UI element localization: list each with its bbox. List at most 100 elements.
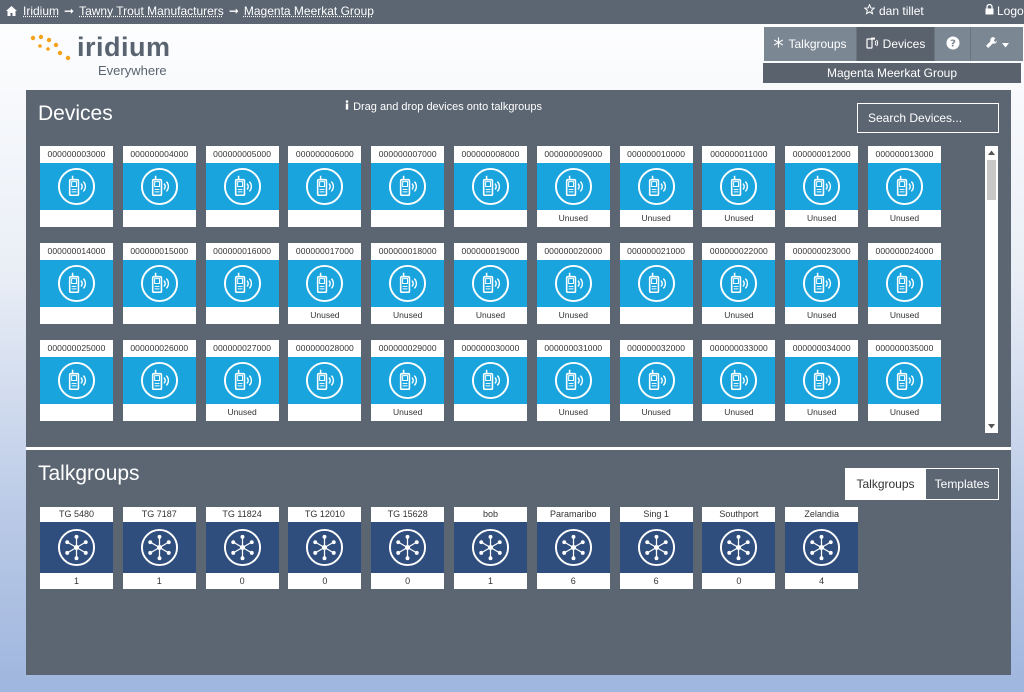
- talkgroup-network-icon: [802, 528, 841, 567]
- device-id: 000000003000: [40, 146, 113, 163]
- device-tile[interactable]: 000000032000 Unused: [619, 340, 693, 421]
- caret-down-icon: [1002, 37, 1009, 51]
- device-id: 000000025000: [40, 340, 113, 357]
- talkgroup-name: Sing 1: [619, 507, 693, 522]
- talkgroup-tile[interactable]: Sing 1 6: [619, 507, 693, 589]
- breadcrumb-item-root[interactable]: Iridium: [23, 4, 59, 18]
- wrench-icon: [985, 36, 998, 52]
- device-status: [288, 404, 362, 421]
- tools-menu-button[interactable]: [971, 27, 1023, 61]
- talkgroup-tile[interactable]: TG 5480 1: [40, 507, 113, 589]
- device-status: [619, 307, 693, 324]
- talkgroup-tile[interactable]: TG 15628 0: [371, 507, 445, 589]
- talkgroup-name: TG 12010: [288, 507, 362, 522]
- device-tile[interactable]: 000000017000 Unused: [288, 243, 362, 324]
- device-tile[interactable]: 000000009000 Unused: [536, 146, 610, 227]
- device-tile[interactable]: 000000003000: [40, 146, 113, 227]
- top-bar: Iridium ➞ Tawny Trout Manufacturers ➞ Ma…: [0, 0, 1024, 24]
- device-tile[interactable]: 000000010000 Unused: [619, 146, 693, 227]
- device-tile[interactable]: 000000034000 Unused: [785, 340, 859, 421]
- device-id: 000000023000: [785, 243, 859, 260]
- device-tile[interactable]: 000000026000: [122, 340, 196, 421]
- user-menu[interactable]: dan tillet: [863, 3, 924, 18]
- device-tile[interactable]: 000000030000: [454, 340, 527, 421]
- device-status: [205, 307, 279, 324]
- logo-wordmark: iridium: [77, 32, 171, 62]
- device-tile[interactable]: 000000020000 Unused: [536, 243, 610, 324]
- device-tile[interactable]: 000000029000 Unused: [371, 340, 445, 421]
- scrollbar-thumb[interactable]: [987, 160, 996, 200]
- device-tile[interactable]: 000000027000 Unused: [205, 340, 279, 421]
- talkgroup-name: Southport: [702, 507, 776, 522]
- talkgroup-tile[interactable]: bob 1: [454, 507, 527, 589]
- talkgroup-name: Paramaribo: [536, 507, 610, 522]
- device-id: 000000029000: [371, 340, 445, 357]
- device-tile[interactable]: 000000021000: [619, 243, 693, 324]
- scroll-up-arrow-icon[interactable]: [985, 146, 998, 159]
- device-tile[interactable]: 000000013000 Unused: [868, 146, 941, 227]
- device-tile[interactable]: 000000007000: [371, 146, 445, 227]
- device-tile[interactable]: 000000025000: [40, 340, 113, 421]
- device-status: Unused: [454, 307, 527, 324]
- satellite-phone-icon: [719, 167, 758, 206]
- talkgroup-tile[interactable]: Paramaribo 6: [536, 507, 610, 589]
- satellite-phone-icon: [554, 167, 593, 206]
- device-tile[interactable]: 000000022000 Unused: [702, 243, 776, 324]
- device-tile[interactable]: 000000006000: [288, 146, 362, 227]
- device-tile[interactable]: 000000004000: [122, 146, 196, 227]
- device-status: Unused: [868, 210, 941, 227]
- device-tile[interactable]: 000000005000: [205, 146, 279, 227]
- toggle-talkgroups-button[interactable]: Talkgroups: [846, 469, 925, 499]
- device-scrollbar[interactable]: [985, 146, 998, 433]
- tab-devices[interactable]: Devices: [857, 27, 935, 61]
- device-id: 000000004000: [122, 146, 196, 163]
- device-id: 000000013000: [868, 146, 941, 163]
- satellite-phone-icon: [471, 167, 510, 206]
- device-tile[interactable]: 000000035000 Unused: [868, 340, 941, 421]
- toggle-templates-button[interactable]: Templates: [925, 469, 998, 499]
- scroll-down-arrow-icon[interactable]: [985, 420, 998, 433]
- device-tile[interactable]: 000000033000 Unused: [702, 340, 776, 421]
- search-devices-input[interactable]: [857, 103, 999, 133]
- device-id: 000000015000: [122, 243, 196, 260]
- breadcrumb: Iridium ➞ Tawny Trout Manufacturers ➞ Ma…: [6, 4, 374, 18]
- device-tile[interactable]: 000000031000 Unused: [536, 340, 610, 421]
- device-tile[interactable]: 000000015000: [122, 243, 196, 324]
- device-id: 000000005000: [205, 146, 279, 163]
- logout-link[interactable]: Logout: [985, 3, 1024, 18]
- device-id: 000000026000: [122, 340, 196, 357]
- help-button[interactable]: ?: [935, 27, 971, 61]
- satellite-phone-icon: [57, 167, 96, 206]
- satellite-phone-icon: [471, 361, 510, 400]
- device-tile[interactable]: 000000014000: [40, 243, 113, 324]
- device-tile[interactable]: 000000012000 Unused: [785, 146, 859, 227]
- tab-talkgroups[interactable]: Talkgroups: [764, 27, 857, 61]
- talkgroup-member-count: 1: [122, 573, 196, 589]
- talkgroup-tile[interactable]: Zelandia 4: [785, 507, 859, 589]
- talkgroup-name: bob: [454, 507, 527, 522]
- talkgroup-tile[interactable]: TG 7187 1: [122, 507, 196, 589]
- device-tile[interactable]: 000000018000 Unused: [371, 243, 445, 324]
- satellite-phone-icon: [719, 361, 758, 400]
- device-status: Unused: [619, 210, 693, 227]
- breadcrumb-item-company[interactable]: Tawny Trout Manufacturers: [79, 4, 224, 18]
- talkgroup-tile[interactable]: TG 11824 0: [205, 507, 279, 589]
- device-tile[interactable]: 000000028000: [288, 340, 362, 421]
- device-status: [122, 404, 196, 421]
- breadcrumb-item-group[interactable]: Magenta Meerkat Group: [244, 4, 374, 18]
- device-tile[interactable]: 000000024000 Unused: [868, 243, 941, 324]
- device-status: Unused: [702, 307, 776, 324]
- device-tile[interactable]: 000000016000: [205, 243, 279, 324]
- device-tile[interactable]: 000000019000 Unused: [454, 243, 527, 324]
- satellite-phone-icon: [885, 167, 924, 206]
- talkgroup-tile[interactable]: Southport 0: [702, 507, 776, 589]
- talkgroup-member-count: 6: [619, 573, 693, 589]
- talkgroups-heading: Talkgroups: [38, 462, 140, 485]
- home-icon: [6, 6, 17, 16]
- device-tile[interactable]: 000000023000 Unused: [785, 243, 859, 324]
- device-tile[interactable]: 000000011000 Unused: [702, 146, 776, 227]
- device-tile[interactable]: 000000008000: [454, 146, 527, 227]
- talkgroup-tile[interactable]: TG 12010 0: [288, 507, 362, 589]
- device-status: Unused: [868, 307, 941, 324]
- device-status: [122, 307, 196, 324]
